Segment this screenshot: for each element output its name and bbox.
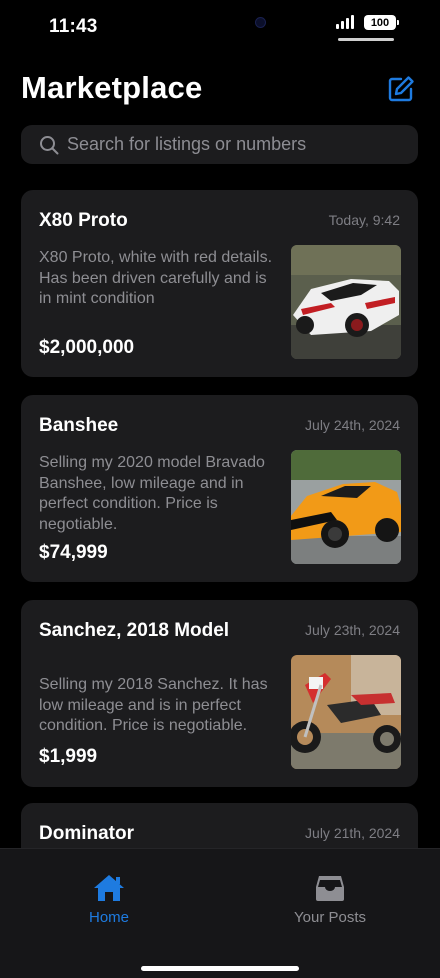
signal-icon: [336, 15, 354, 29]
listing-price: $2,000,000: [39, 337, 135, 358]
tab-bar: Home Your Posts: [0, 848, 440, 978]
listing-date: Today, 9:42: [328, 212, 400, 228]
listing-description: X80 Proto, white with red details. Has b…: [39, 249, 273, 307]
listing-photo-motorbike[interactable]: [291, 655, 401, 769]
compose-button[interactable]: [386, 74, 416, 104]
search-input[interactable]: [67, 134, 387, 155]
tab-your-posts-label: Your Posts: [294, 909, 366, 926]
listing-date: July 24th, 2024: [305, 417, 400, 433]
tab-home-label: Home: [88, 909, 129, 926]
listing-description: Selling my 2018 Sanchez. It has low mile…: [39, 676, 268, 734]
listing-price: $1,999: [39, 746, 98, 767]
status-time: 11:43: [49, 16, 98, 37]
listing-photo-sports-car[interactable]: [291, 450, 401, 564]
home-indicator: [141, 966, 299, 971]
listing-card[interactable]: Sanchez, 2018 Model July 23th, 2024 Sell…: [21, 600, 418, 787]
dynamic-island-bar: [338, 38, 394, 41]
listing-card[interactable]: X80 Proto Today, 9:42 X80 Proto, white w…: [21, 190, 418, 377]
camera-icon: [255, 17, 266, 28]
listing-price: $74,999: [39, 542, 108, 563]
compose-icon: [388, 76, 414, 102]
battery-icon: 100: [364, 15, 399, 30]
listing-date: July 23th, 2024: [305, 622, 400, 638]
tab-your-posts[interactable]: Your Posts: [270, 873, 390, 926]
listing-title: Banshee: [39, 415, 119, 436]
home-icon: [94, 875, 124, 901]
inbox-icon: [316, 876, 344, 901]
battery-level: 100: [370, 16, 390, 29]
listing-date: July 21th, 2024: [305, 825, 400, 841]
listing-title: X80 Proto: [39, 210, 128, 231]
listing-title: Sanchez, 2018 Model: [39, 620, 230, 641]
tab-home[interactable]: Home: [49, 873, 169, 926]
search-bar[interactable]: [21, 125, 418, 164]
listing-photo-supercar[interactable]: [291, 245, 401, 359]
listing-card[interactable]: Banshee July 24th, 2024 Selling my 2020 …: [21, 395, 418, 582]
page-title: Marketplace: [21, 70, 203, 105]
search-icon: [40, 135, 59, 154]
status-bar: 11:43 100: [0, 0, 440, 56]
listing-description: Selling my 2020 model Bravado Banshee, l…: [39, 454, 265, 533]
listing-title: Dominator: [39, 823, 134, 844]
